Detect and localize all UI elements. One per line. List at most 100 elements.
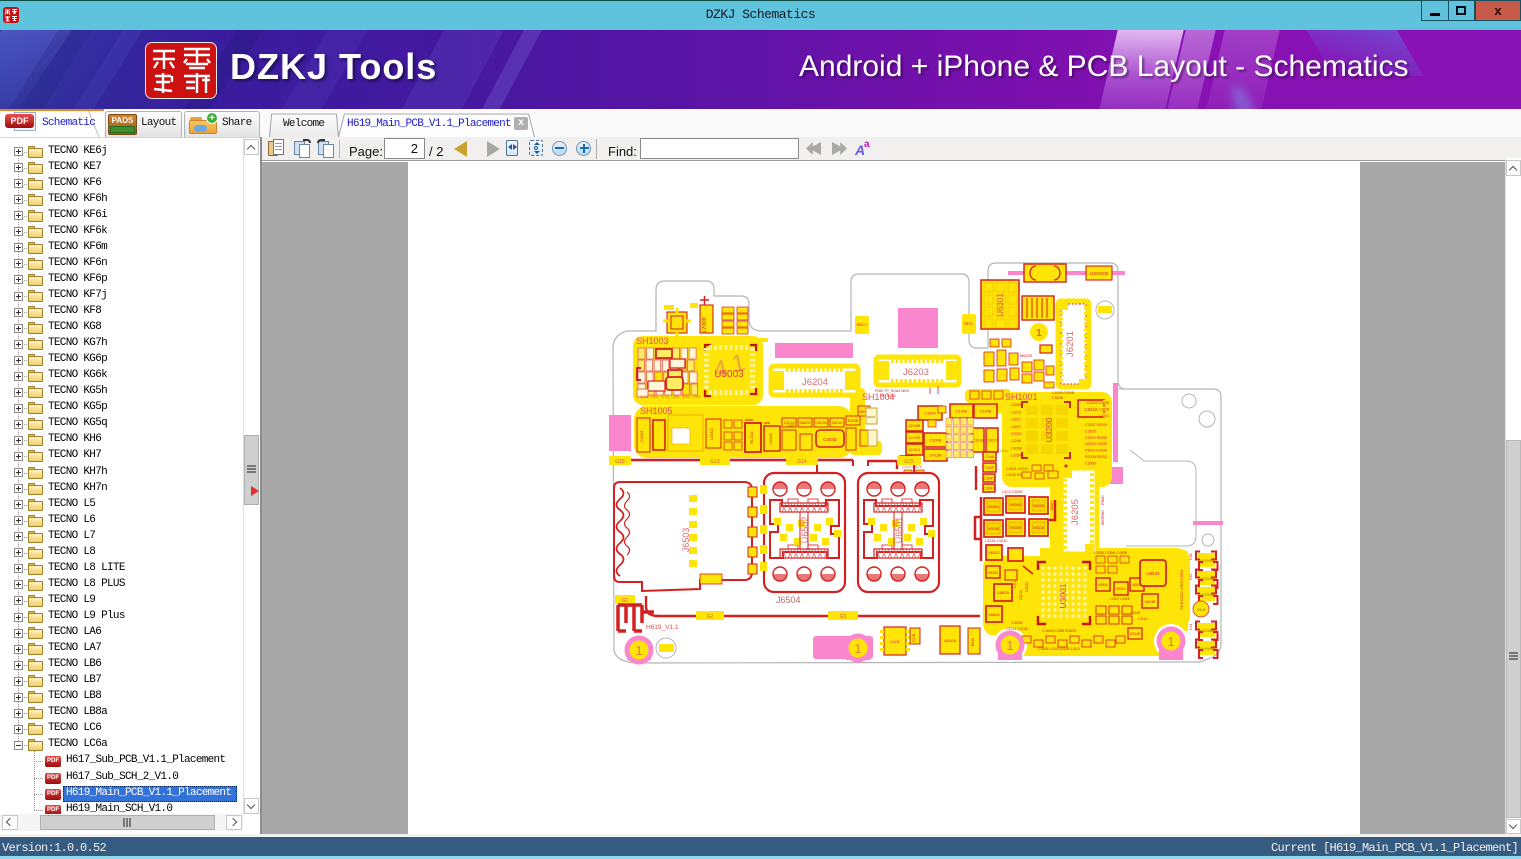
svg-text:V614B: V614B	[1145, 600, 1156, 604]
svg-text:L301: L301	[1013, 580, 1017, 588]
svg-text:R610: R610	[971, 638, 975, 647]
svg-text:SH1005: SH1005	[640, 406, 673, 416]
svg-text:L3307 L3306: L3307 L3306	[1110, 597, 1130, 601]
svg-text:C3233: C3233	[1025, 582, 1029, 592]
svg-text:J6201: J6201	[1065, 331, 1076, 357]
svg-text:C3043: C3043	[983, 487, 994, 491]
svg-text:U3200: U3200	[1044, 417, 1054, 442]
svg-text:G2: G2	[707, 614, 714, 620]
svg-text:C3068: C3068	[1011, 446, 1022, 450]
svg-text:J6204: J6204	[802, 377, 828, 388]
svg-text:V6303: V6303	[988, 571, 998, 575]
svg-text:C8210: C8210	[832, 421, 843, 425]
svg-text:G1: G1	[622, 598, 629, 604]
svg-text:CH01: CH01	[693, 395, 701, 399]
svg-text:C1008: C1008	[956, 410, 967, 414]
svg-text:SH1003: SH1003	[636, 336, 669, 346]
svg-text:1: 1	[854, 641, 861, 656]
svg-text:U650A: U650A	[997, 590, 1010, 595]
svg-text:L7009: L7009	[702, 317, 708, 332]
svg-text:G13: G13	[710, 459, 720, 465]
svg-text:U2002: U2002	[709, 427, 714, 440]
svg-text:C6L8: C6L8	[1197, 608, 1206, 612]
svg-text:M001: M001	[1050, 501, 1054, 510]
svg-text:C1009: C1009	[924, 412, 935, 416]
svg-text:G15: G15	[904, 459, 914, 465]
svg-text:C3023 C302A: C3023 C302A	[902, 465, 923, 469]
svg-text:V6006: V6006	[1033, 503, 1045, 508]
svg-text:L350B C33NB C650B: L350B C33NB C650B	[1094, 551, 1128, 555]
svg-text:ANT6001: ANT6001	[1200, 559, 1214, 563]
svg-text:C3216: C3216	[1084, 407, 1098, 412]
svg-text:C33A5 L3100 U114B L3101: C33A5 L3100 U114B L3101	[1038, 647, 1080, 651]
svg-text:C3130: C3130	[1130, 611, 1140, 615]
svg-text:CMP: CMP	[787, 424, 795, 428]
svg-text:RL204: RL204	[749, 431, 754, 444]
svg-text:CH01: CH01	[661, 395, 669, 399]
svg-text:REC+: REC+	[857, 322, 868, 327]
svg-text:V6009: V6009	[1010, 525, 1022, 530]
svg-text:SH1001: SH1001	[1005, 392, 1038, 402]
svg-text:J6203: J6203	[903, 367, 929, 378]
svg-text:V6010: V6010	[1033, 525, 1045, 530]
svg-text:REC-: REC-	[964, 321, 974, 326]
svg-text:C3025: C3025	[1085, 429, 1096, 433]
svg-text:C300B: C300B	[930, 439, 942, 443]
svg-text:M6202: M6202	[800, 421, 811, 425]
svg-text:ANT6002: ANT6002	[1200, 577, 1214, 581]
svg-text:L3C3 C300B: L3C3 C300B	[1002, 490, 1023, 494]
svg-text:J6504: J6504	[776, 595, 801, 605]
svg-text:C300B: C300B	[1052, 396, 1064, 400]
svg-text:P3203 E3044: P3203 E3044	[1085, 449, 1107, 453]
svg-text:V6302: V6302	[988, 550, 1000, 555]
svg-text:1: 1	[1036, 328, 1042, 339]
svg-text:CH01: CH01	[682, 395, 690, 399]
svg-text:C404B: C404B	[823, 437, 837, 442]
svg-text:CH13B: CH13B	[929, 454, 942, 458]
svg-text:L3234 L323C: L3234 L323C	[985, 539, 1008, 543]
svg-text:M6200: M6200	[1020, 353, 1033, 358]
svg-text:C3013: C3013	[1019, 590, 1023, 600]
svg-text:G18: G18	[615, 459, 625, 465]
svg-text:U314B: U314B	[1130, 632, 1141, 636]
svg-text:C3207 R3204: C3207 R3204	[1085, 423, 1107, 427]
svg-text:D6004: D6004	[867, 415, 876, 419]
svg-text:G14: G14	[797, 459, 807, 465]
svg-text:CH138: CH138	[909, 424, 921, 428]
svg-text:C2001: C2001	[639, 429, 644, 442]
svg-text:ANT6005: ANT6005	[1200, 647, 1214, 651]
svg-text:U3001: U3001	[1058, 583, 1068, 608]
svg-text:L3254: L3254	[1011, 454, 1021, 458]
svg-text:J6503: J6503	[681, 528, 691, 553]
svg-text:L3246: L3246	[1011, 439, 1021, 443]
svg-text:N3203 C3032: N3203 C3032	[1085, 442, 1107, 446]
svg-text:L3008: L3008	[1011, 403, 1021, 407]
svg-text:C3209 C3296: C3209 C3296	[1087, 401, 1109, 405]
svg-text:C3047: C3047	[983, 477, 994, 481]
svg-text:L3226: L3226	[1011, 410, 1021, 414]
svg-text:ANT6004: ANT6004	[1200, 629, 1214, 633]
svg-text:CH121: CH121	[909, 448, 921, 452]
svg-text:C11B: C11B	[912, 633, 916, 642]
svg-text:L300B R300B: L300B R300B	[1052, 391, 1075, 395]
svg-text:H1B: H1B	[1189, 553, 1193, 560]
svg-text:ANT6003: ANT6003	[1200, 593, 1214, 597]
svg-text:L3221: L3221	[1099, 414, 1109, 418]
svg-text:1: 1	[635, 643, 642, 658]
svg-text:L3247: L3247	[1011, 425, 1021, 429]
svg-text:U5003: U5003	[714, 369, 744, 380]
svg-text:CH01: CH01	[672, 395, 680, 399]
svg-text:J6205: J6205	[1070, 499, 1081, 525]
svg-text:CH139: CH139	[909, 436, 921, 440]
svg-text:V650A: V650A	[988, 613, 1000, 617]
svg-text:LED6206: LED6206	[1090, 271, 1109, 276]
svg-text:U6301: U6301	[996, 293, 1005, 317]
svg-text:CH01: CH01	[640, 395, 648, 399]
svg-text:V6500: V6500	[1098, 583, 1108, 587]
svg-text:C04A: C04A	[985, 455, 995, 459]
svg-text:U2005: U2005	[768, 432, 773, 445]
svg-text:U010A: U010A	[944, 638, 957, 643]
svg-text:1: 1	[1167, 634, 1174, 649]
svg-text:P0MC: P0MC	[1101, 495, 1105, 505]
svg-text:CH01: CH01	[651, 395, 659, 399]
